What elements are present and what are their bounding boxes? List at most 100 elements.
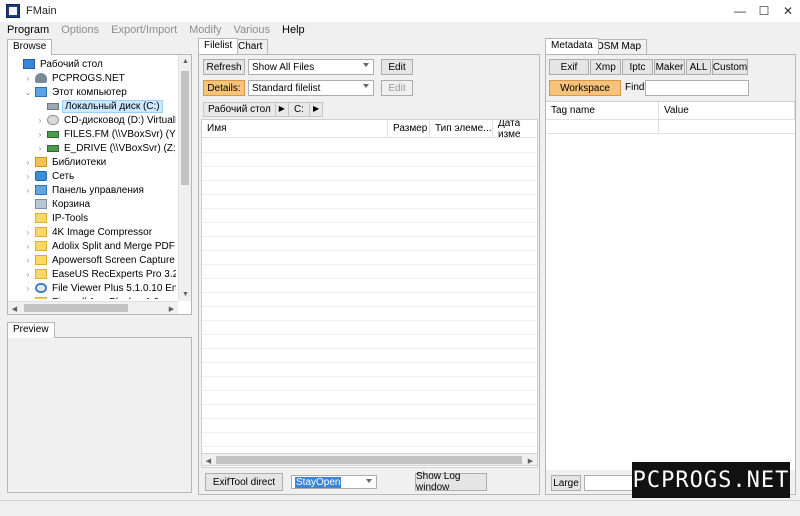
tab-preview[interactable]: Preview xyxy=(7,322,55,338)
metadata-row-value[interactable] xyxy=(659,120,795,134)
tree-hscroll-thumb[interactable] xyxy=(24,304,128,312)
scroll-left-icon[interactable]: ◀ xyxy=(202,454,215,467)
show-log-button[interactable]: Show Log window xyxy=(415,471,487,493)
tree-horizontal-scrollbar[interactable]: ◀ ▶ xyxy=(8,301,178,314)
column-date[interactable]: Дата изме xyxy=(493,120,537,140)
tree-item[interactable]: › EaseUS RecExperts Pro 3.2.0 Rus xyxy=(10,267,176,281)
chevron-right-icon[interactable]: › xyxy=(24,74,32,83)
view-mode-select[interactable]: Standard filelist xyxy=(248,80,374,96)
chevron-right-icon[interactable]: › xyxy=(24,242,32,251)
menu-options[interactable]: Options xyxy=(61,24,99,36)
scroll-left-icon[interactable]: ◀ xyxy=(8,302,21,315)
filter-custom-button[interactable]: Custom xyxy=(712,59,748,75)
tree-item[interactable]: › Apowersoft Screen Capture Pro xyxy=(10,253,176,267)
column-type[interactable]: Тип элеме... xyxy=(430,120,493,138)
breadcrumb-desktop[interactable]: Рабочий стол xyxy=(204,103,275,116)
tree-item[interactable]: › Сеть xyxy=(10,169,76,183)
filter-iptc-button[interactable]: Iptc xyxy=(622,59,653,75)
tab-filelist[interactable]: Filelist xyxy=(198,38,239,54)
menu-various[interactable]: Various xyxy=(234,24,270,36)
chevron-right-icon[interactable]: › xyxy=(24,158,32,167)
edit-filter-button[interactable]: Edit xyxy=(381,59,413,75)
workspace-button[interactable]: Workspace xyxy=(549,80,621,96)
chevron-right-icon[interactable]: › xyxy=(24,172,32,181)
column-size[interactable]: Размер xyxy=(388,120,430,138)
menu-modify[interactable]: Modify xyxy=(189,24,221,36)
maximize-button[interactable]: ☐ xyxy=(752,0,776,22)
tree-item[interactable]: Локальный диск (C:) xyxy=(10,99,163,113)
tree-item[interactable]: › Панель управления xyxy=(10,183,146,197)
column-value[interactable]: Value xyxy=(659,102,795,120)
column-name[interactable]: Имя xyxy=(202,120,388,138)
tree-item-label: EaseUS RecExperts Pro 3.2.0 Rus xyxy=(52,268,176,280)
breadcrumb-arrow-icon[interactable]: ▶ xyxy=(274,103,288,116)
breadcrumb-drive[interactable]: C: xyxy=(287,103,309,116)
chevron-right-icon[interactable]: › xyxy=(36,116,44,125)
menu-program[interactable]: Program xyxy=(7,24,49,36)
details-button[interactable]: Details: xyxy=(203,80,245,96)
menu-help[interactable]: Help xyxy=(282,24,305,36)
filter-all-button[interactable]: ALL xyxy=(686,59,711,75)
control-panel-icon xyxy=(35,185,47,195)
chevron-right-icon[interactable]: › xyxy=(24,186,32,195)
chevron-right-icon[interactable]: › xyxy=(24,228,32,237)
grid-line xyxy=(202,334,537,335)
scroll-right-icon[interactable]: ▶ xyxy=(524,454,537,467)
stayopen-select[interactable]: StayOpen xyxy=(291,475,377,489)
find-input[interactable] xyxy=(645,80,749,96)
chevron-right-icon[interactable]: › xyxy=(24,284,32,293)
chevron-right-icon[interactable]: › xyxy=(36,144,44,153)
tree-item[interactable]: IP-Tools xyxy=(10,211,90,225)
metadata-row-tag[interactable] xyxy=(546,120,659,134)
scroll-down-icon[interactable]: ▼ xyxy=(179,288,192,301)
tree-item[interactable]: › E_DRIVE (\\VBoxSvr) (Z:) xyxy=(10,141,176,155)
file-filter-select[interactable]: Show All Files xyxy=(248,59,374,75)
folder-icon xyxy=(35,227,47,237)
breadcrumb-arrow-icon[interactable]: ▶ xyxy=(308,103,322,116)
preview-panel xyxy=(7,337,192,493)
tab-metadata[interactable]: Metadata xyxy=(545,38,599,54)
tab-browse[interactable]: Browse xyxy=(7,39,53,55)
chevron-right-icon[interactable]: › xyxy=(24,256,32,265)
tree-item[interactable]: › CD-дисковод (D:) VirtualBo xyxy=(10,113,176,127)
tree-item[interactable]: ⌄ Этот компьютер xyxy=(10,85,129,99)
tree-scroll-thumb[interactable] xyxy=(181,71,189,185)
filelist-horizontal-scrollbar[interactable]: ◀ ▶ xyxy=(201,453,538,466)
tree-item-label: Этот компьютер xyxy=(52,86,127,98)
scroll-right-icon[interactable]: ▶ xyxy=(165,302,178,315)
user-icon xyxy=(35,73,47,83)
grid-line xyxy=(202,208,537,209)
filter-xmp-button[interactable]: Xmp xyxy=(590,59,621,75)
filter-exif-button[interactable]: Exif xyxy=(549,59,589,75)
tree-item-label: IP-Tools xyxy=(52,212,89,224)
tree-item[interactable]: Корзина xyxy=(10,197,92,211)
tree-item[interactable]: › Библиотеки xyxy=(10,155,108,169)
column-tag-name[interactable]: Tag name xyxy=(546,102,659,120)
file-filter-value: Show All Files xyxy=(252,61,315,73)
refresh-button[interactable]: Refresh xyxy=(203,59,245,75)
tree-vertical-scrollbar[interactable]: ▲ ▼ xyxy=(178,55,191,301)
close-button[interactable]: ✕ xyxy=(776,0,800,22)
tree-item[interactable]: › File Viewer Plus 5.1.0.10 Eng Por xyxy=(10,281,176,295)
menu-export-import[interactable]: Export/Import xyxy=(111,24,177,36)
chevron-right-icon[interactable]: › xyxy=(24,298,32,300)
chevron-down-icon[interactable]: ⌄ xyxy=(24,88,32,97)
edit-view-button[interactable]: Edit xyxy=(381,80,413,96)
chevron-right-icon[interactable]: › xyxy=(24,270,32,279)
tree-item[interactable]: Рабочий стол xyxy=(10,57,105,71)
tree-item[interactable]: › FILES.FM (\\VBoxSvr) (Y:) xyxy=(10,127,176,141)
large-button[interactable]: Large xyxy=(551,475,581,491)
exiftool-direct-button[interactable]: ExifTool direct xyxy=(205,473,283,491)
file-list[interactable]: Имя Размер Тип элеме... Дата изме xyxy=(201,119,538,468)
filter-maker-button[interactable]: Maker xyxy=(654,59,685,75)
stayopen-value: StayOpen xyxy=(295,476,342,488)
tree-item[interactable]: › Adolix Split and Merge PDF Pro xyxy=(10,239,176,253)
minimize-button[interactable]: — xyxy=(728,0,752,22)
tree-item[interactable]: › 4K Image Compressor xyxy=(10,225,154,239)
tree-item[interactable]: › PCPROGS.NET xyxy=(10,71,127,85)
tree-item[interactable]: › Firewall App Blocker 1.9 xyxy=(10,295,161,299)
filelist-hscroll-thumb[interactable] xyxy=(216,456,522,464)
chevron-right-icon[interactable]: › xyxy=(36,130,44,139)
metadata-table[interactable]: Tag name Value xyxy=(546,101,795,470)
scroll-up-icon[interactable]: ▲ xyxy=(179,55,192,68)
